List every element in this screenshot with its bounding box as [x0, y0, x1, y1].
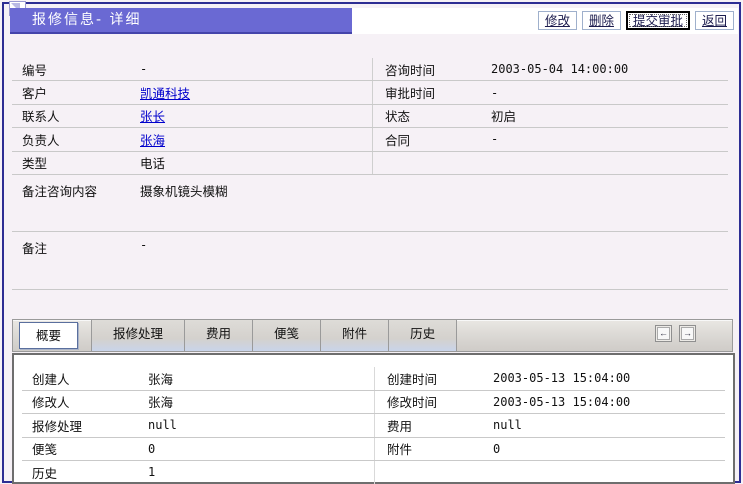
modify-button[interactable]: 修改	[538, 11, 577, 30]
contact-label: 联系人	[12, 106, 140, 125]
attachment-count-label: 附件	[387, 439, 493, 458]
summary-row: 报修处理 null 费用 null	[22, 414, 725, 438]
create-time-value: 2003-05-13 15:04:00	[493, 371, 630, 385]
tab-history[interactable]: 历史	[389, 320, 457, 351]
summary-row: 修改人 张海 修改时间 2003-05-13 15:04:00	[22, 391, 725, 415]
attachment-count-value: 0	[493, 442, 500, 456]
create-time-label: 创建时间	[387, 369, 493, 388]
summary-row: 创建人 张海 创建时间 2003-05-13 15:04:00	[22, 367, 725, 391]
note-count-value: 0	[148, 442, 155, 456]
contract-value: -	[491, 132, 498, 146]
tab-summary[interactable]: 概要	[19, 322, 78, 349]
repair-handling-label: 报修处理	[22, 416, 148, 435]
right-arrow-icon: →	[681, 327, 694, 340]
consult-time-value: 2003-05-04 14:00:00	[491, 62, 628, 76]
tab-fee[interactable]: 费用	[185, 320, 253, 351]
modify-time-label: 修改时间	[387, 392, 493, 411]
owner-label: 负责人	[12, 130, 140, 149]
number-label: 编号	[12, 60, 140, 79]
field-row: 类型 电话	[12, 152, 728, 175]
remark-label: 备注	[12, 238, 140, 289]
tab-separator	[78, 320, 92, 351]
modifier-label: 修改人	[22, 392, 148, 411]
remark-row: 备注 -	[12, 232, 728, 290]
contract-label: 合同	[385, 130, 491, 149]
customer-link[interactable]: 凯通科技	[140, 83, 190, 102]
status-label: 状态	[385, 106, 491, 125]
fee-label: 费用	[387, 416, 493, 435]
note-count-label: 便笺	[22, 439, 148, 458]
tab-scroll-buttons: ← →	[655, 325, 696, 342]
header-actions: 修改 删除 提交审批 返回	[538, 11, 734, 30]
type-value: 电话	[140, 153, 165, 172]
summary-row: 便笺 0 附件 0	[22, 438, 725, 462]
type-label: 类型	[12, 153, 140, 172]
remark-value: -	[140, 238, 147, 289]
modifier-value: 张海	[148, 392, 173, 411]
detail-tabbar: 概要 报修处理 费用 便笺 附件 历史 ← →	[12, 319, 733, 352]
contact-link[interactable]: 张长	[140, 106, 165, 125]
consult-content-value: 摄象机镜头模糊	[140, 181, 228, 231]
repair-handling-value: null	[148, 418, 177, 432]
back-button[interactable]: 返回	[695, 11, 734, 30]
field-row: 负责人 张海 合同 -	[12, 128, 728, 151]
approval-time-value: -	[491, 86, 498, 100]
consult-content-label: 备注咨询内容	[12, 181, 140, 231]
field-row: 客户 凯通科技 审批时间 -	[12, 81, 728, 104]
summary-panel: 创建人 张海 创建时间 2003-05-13 15:04:00 修改人 张海 修…	[12, 353, 735, 484]
creator-value: 张海	[148, 369, 173, 388]
tab-attachment[interactable]: 附件	[321, 320, 389, 351]
fee-value: null	[493, 418, 522, 432]
repair-detail-page: 报修信息- 详细 修改 删除 提交审批 返回 编号 - 咨询时间 2003-05…	[0, 0, 743, 484]
tab-repair-handling[interactable]: 报修处理	[92, 320, 185, 351]
status-value: 初启	[491, 106, 516, 125]
left-arrow-icon: ←	[657, 327, 670, 340]
tab-scroll-right-button[interactable]: →	[679, 325, 696, 342]
history-count-label: 历史	[22, 463, 148, 482]
customer-label: 客户	[12, 83, 140, 102]
consult-time-label: 咨询时间	[385, 60, 491, 79]
consult-content-row: 备注咨询内容 摄象机镜头模糊	[12, 175, 728, 232]
approval-time-label: 审批时间	[385, 83, 491, 102]
owner-link[interactable]: 张海	[140, 130, 165, 149]
submit-approval-button[interactable]: 提交审批	[626, 11, 690, 30]
modify-time-value: 2003-05-13 15:04:00	[493, 395, 630, 409]
creator-label: 创建人	[22, 369, 148, 388]
number-value: -	[140, 62, 147, 76]
tab-scroll-left-button[interactable]: ←	[655, 325, 672, 342]
summary-row: 历史 1	[22, 461, 725, 484]
delete-button[interactable]: 删除	[582, 11, 621, 30]
field-row: 编号 - 咨询时间 2003-05-04 14:00:00	[12, 58, 728, 81]
tab-note[interactable]: 便笺	[253, 320, 321, 351]
field-row: 联系人 张长 状态 初启	[12, 105, 728, 128]
detail-panel: 编号 - 咨询时间 2003-05-04 14:00:00 客户 凯通科技 审批…	[12, 58, 728, 290]
page-title: 报修信息- 详细	[10, 8, 352, 34]
history-count-value: 1	[148, 465, 155, 479]
